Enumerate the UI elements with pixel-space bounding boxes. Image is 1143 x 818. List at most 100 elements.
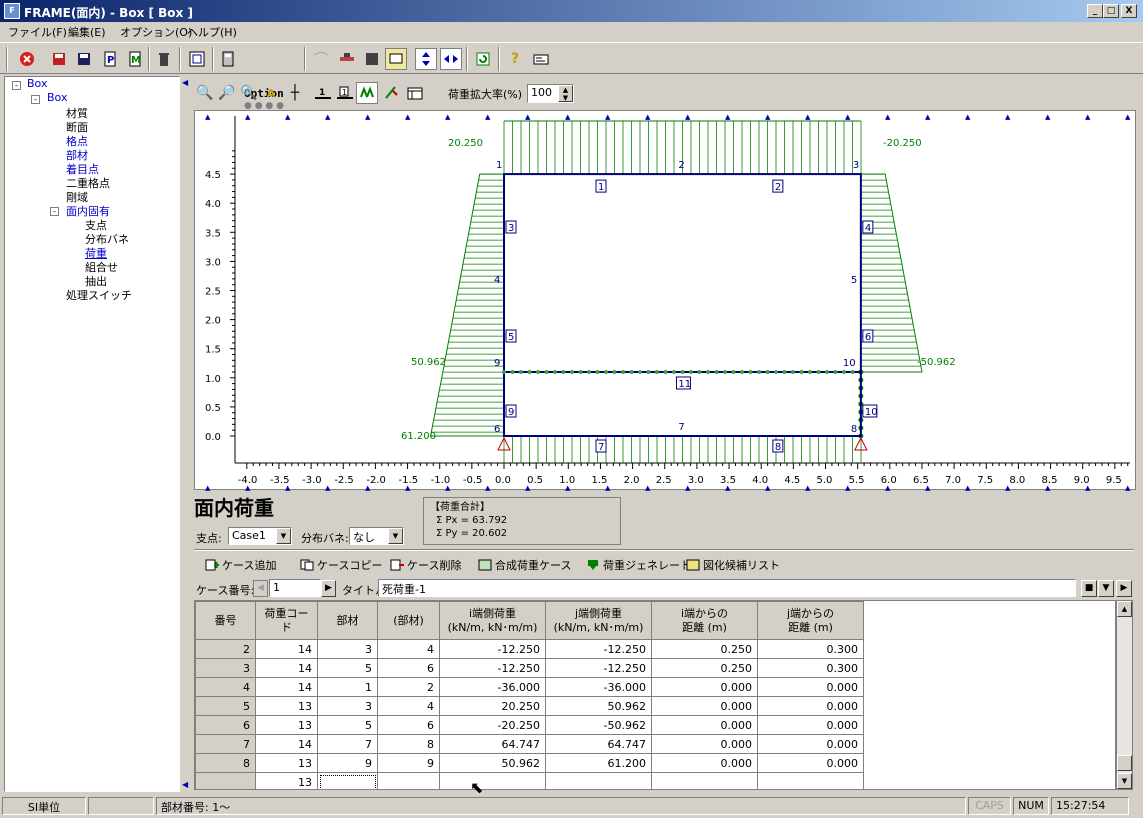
table-cell[interactable]: 14 (255, 677, 318, 697)
save-icon[interactable] (73, 48, 95, 70)
table-cell[interactable]: 14 (255, 658, 318, 678)
table-cell[interactable] (651, 772, 758, 789)
node-number-icon[interactable]: 1 (312, 82, 334, 104)
spring-combo[interactable]: なし ▼ (349, 527, 404, 545)
zoom-out-icon[interactable]: 🔍 (238, 82, 260, 104)
table-cell[interactable]: 13 (255, 715, 318, 735)
case-title-value[interactable]: 死荷重-1 (382, 583, 426, 596)
load-display-icon[interactable] (380, 82, 402, 104)
table-cell[interactable]: -20.250 (439, 715, 546, 735)
table-cell[interactable]: 14 (255, 734, 318, 754)
composite-case-button[interactable]: 合成荷重ケース (478, 556, 571, 574)
table-cell[interactable]: 4 (377, 696, 440, 716)
menu-edit[interactable]: 編集(E) (68, 24, 106, 40)
table-cell[interactable] (317, 772, 378, 789)
page-icon[interactable]: M (124, 48, 146, 70)
table-cell[interactable]: 6 (377, 658, 440, 678)
table-cell[interactable]: 0.000 (651, 753, 758, 773)
table-cell[interactable]: 0.000 (757, 715, 864, 735)
collapse-toggle[interactable]: - (31, 95, 40, 104)
table-cell[interactable]: 8 (377, 734, 440, 754)
table-cell[interactable]: 7 (317, 734, 378, 754)
table-row[interactable]: 4 14 1 2 -36.000 -36.000 0.000 0.000 (195, 677, 864, 697)
members-icon[interactable] (336, 48, 358, 70)
member-number-icon[interactable]: 1 (334, 82, 356, 104)
maximize-button[interactable]: □ (1103, 4, 1119, 18)
prev-case-button[interactable]: ◀ (253, 580, 268, 597)
table-cell[interactable]: 0.000 (757, 753, 864, 773)
table-cell[interactable]: 50.962 (439, 753, 546, 773)
table-row[interactable]: 2 14 3 4 -12.250 -12.250 0.250 0.300 (195, 639, 864, 659)
frame-plot[interactable]: 4.5 4.0 3.5 3.0 2.5 2.0 1.5 1.0 0.5 0.0 -4.0 -3.5 -3… (194, 110, 1137, 492)
table-cell[interactable]: 1 (317, 677, 378, 697)
column-header[interactable]: (部材) (377, 601, 440, 640)
table-cell[interactable]: 64.747 (439, 734, 546, 754)
row-header[interactable]: 6 (195, 715, 256, 735)
frame-plot-svg[interactable]: 4.54.03.53.02.52.01.51.00.50.0-4.0 -3.5 -3… (195, 111, 1137, 492)
table-cell[interactable]: 50.962 (545, 696, 652, 716)
stop-button[interactable]: ■ (1081, 580, 1097, 597)
table-cell[interactable]: 64.747 (545, 734, 652, 754)
calculator-icon[interactable] (217, 48, 239, 70)
table-cell[interactable]: 13 (255, 772, 318, 789)
row-header[interactable]: 2 (195, 639, 256, 659)
table-cell[interactable]: -12.250 (545, 658, 652, 678)
table-cell[interactable]: 6 (377, 715, 440, 735)
case-number-value[interactable]: 1 (273, 581, 280, 594)
table-cell[interactable]: 9 (377, 753, 440, 773)
save-red-icon[interactable] (48, 48, 70, 70)
row-header[interactable]: 4 (195, 677, 256, 697)
add-case-button[interactable]: ケース追加 (205, 556, 276, 574)
grid-setup-icon[interactable] (186, 48, 208, 70)
label-toggle-icon[interactable]: A (260, 82, 282, 104)
info-card-icon[interactable] (530, 48, 552, 70)
app-icon[interactable]: F (4, 3, 20, 19)
crosshair-icon[interactable]: ┼ (284, 82, 306, 104)
dropdown-icon[interactable]: ▼ (1098, 580, 1114, 597)
dropdown-icon[interactable]: ▼ (388, 528, 403, 544)
refresh-icon[interactable] (472, 48, 494, 70)
table-cell[interactable]: 2 (377, 677, 440, 697)
scroll-up-button[interactable]: ▲ (1117, 601, 1132, 617)
table-cell[interactable] (757, 772, 864, 789)
case-number-field[interactable]: 1 (269, 579, 321, 597)
zoom-spinner[interactable]: 100 ▲ ▼ (527, 84, 574, 103)
next-icon[interactable]: ▶ (1116, 580, 1132, 597)
menu-options[interactable]: オプション(O) (120, 24, 192, 40)
table-row[interactable]: 6 13 5 6 -20.250 -50.962 0.000 0.000 (195, 715, 864, 735)
table-cell[interactable]: -50.962 (545, 715, 652, 735)
collapse-toggle[interactable]: - (50, 207, 59, 216)
support-icon[interactable] (356, 82, 378, 104)
table-cell[interactable]: 20.250 (439, 696, 546, 716)
zoom-fit-icon[interactable]: 🔍 (194, 82, 216, 104)
table-cell[interactable] (545, 772, 652, 789)
column-header[interactable]: 番号 (195, 601, 256, 640)
table-cell[interactable] (377, 772, 440, 789)
trash-icon[interactable] (153, 48, 175, 70)
support-value[interactable]: Case1 (232, 529, 266, 542)
table-cell[interactable]: -12.250 (545, 639, 652, 659)
spin-arrows-icon[interactable]: ▲ ▼ (558, 85, 573, 102)
column-header[interactable]: i端からの 距離 (m) (651, 601, 758, 640)
stop-icon[interactable] (16, 48, 38, 70)
load-table[interactable]: 番号 荷重コード 部材 (部材) i端側荷重 (kN/m, kN･m/m) j端側荷重 (kN… (194, 600, 1116, 790)
table-cell[interactable]: 3 (317, 639, 378, 659)
table-cell[interactable] (439, 772, 546, 789)
spring-value[interactable]: なし (353, 531, 375, 544)
tree-root[interactable]: Box (27, 77, 47, 90)
tree-item-process-switch[interactable]: 処理スイッチ (66, 287, 132, 303)
display-icon[interactable] (385, 48, 407, 70)
delete-case-button[interactable]: ケース削除 (390, 556, 461, 574)
print-preview-icon[interactable]: P (99, 48, 121, 70)
vertical-fit-icon[interactable] (415, 48, 437, 70)
menu-file[interactable]: ファイル(F) (8, 24, 67, 40)
minimize-button[interactable]: _ (1087, 4, 1103, 18)
column-header[interactable]: j端側荷重 (kN/m, kN･m/m) (545, 601, 652, 640)
table-row[interactable]: 7 14 7 8 64.747 64.747 0.000 0.000 (195, 734, 864, 754)
table-cell[interactable]: 0.000 (651, 677, 758, 697)
column-header[interactable]: 荷重コード (255, 601, 318, 640)
table-cell[interactable]: 4 (377, 639, 440, 659)
table-cell[interactable]: 0.250 (651, 639, 758, 659)
next-case-button[interactable]: ▶ (321, 580, 336, 597)
zoom-value[interactable]: 100 (531, 86, 552, 99)
